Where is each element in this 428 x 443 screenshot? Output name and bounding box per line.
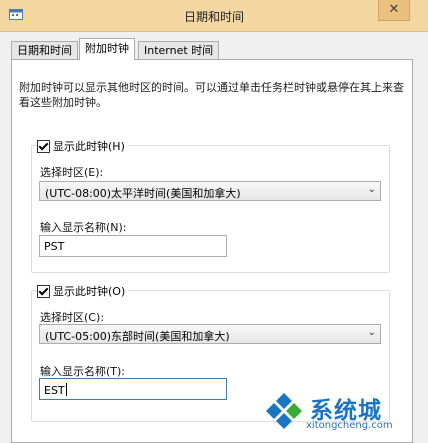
timezone-1-value: (UTC-08:00)太平洋时间(美国和加拿大)	[45, 187, 241, 200]
description-text: 附加时钟可以显示其他时区的时间。可以通过单击任务栏时钟或悬停在其上来查看这些附加…	[19, 81, 404, 109]
tab-date-time[interactable]: 日期和时间	[11, 41, 78, 59]
timezone-2-label: 选择时区(C):	[40, 311, 104, 324]
show-clock-1-checkbox[interactable]	[37, 139, 50, 153]
timezone-2-value: (UTC-05:00)东部时间(美国和加拿大)	[45, 330, 230, 343]
watermark-logo-icon	[266, 393, 302, 429]
show-clock-2-label: 显示此时钟(O)	[53, 285, 126, 298]
display-name-1-value: PST	[44, 240, 65, 253]
text-caret	[65, 383, 67, 396]
watermark: 系统城 xitongcheng.com	[262, 389, 422, 439]
watermark-url: xitongcheng.com	[306, 420, 393, 431]
display-name-1-label: 输入显示名称(N):	[40, 221, 127, 234]
timezone-1-select[interactable]: (UTC-08:00)太平洋时间(美国和加拿大) ⌄	[39, 181, 381, 201]
show-clock-2-checkbox[interactable]	[37, 284, 50, 298]
chevron-down-icon: ⌄	[367, 184, 376, 195]
show-clock-1-label: 显示此时钟(H)	[53, 140, 125, 153]
display-name-2-value: EST	[44, 383, 67, 397]
timezone-2-select[interactable]: (UTC-05:00)东部时间(美国和加拿大) ⌄	[39, 324, 381, 344]
display-name-2-label: 输入显示名称(T):	[40, 365, 126, 378]
tab-internet-time[interactable]: Internet 时间	[138, 41, 220, 59]
window-title: 日期和时间	[183, 10, 244, 24]
show-clock-2-row[interactable]: 显示此时钟(O)	[37, 283, 129, 299]
display-name-1-input[interactable]: PST	[39, 235, 227, 257]
chevron-down-icon: ⌄	[367, 327, 376, 338]
title-bar[interactable]: 日期和时间 ✕	[0, 0, 428, 32]
close-button[interactable]: ✕	[378, 0, 410, 21]
tab-additional-clocks[interactable]: 附加时钟	[79, 38, 135, 60]
timezone-1-label: 选择时区(E):	[40, 166, 104, 179]
show-clock-1-row[interactable]: 显示此时钟(H)	[37, 138, 128, 154]
close-icon: ✕	[388, 2, 400, 17]
display-name-2-input[interactable]: EST	[39, 378, 227, 400]
